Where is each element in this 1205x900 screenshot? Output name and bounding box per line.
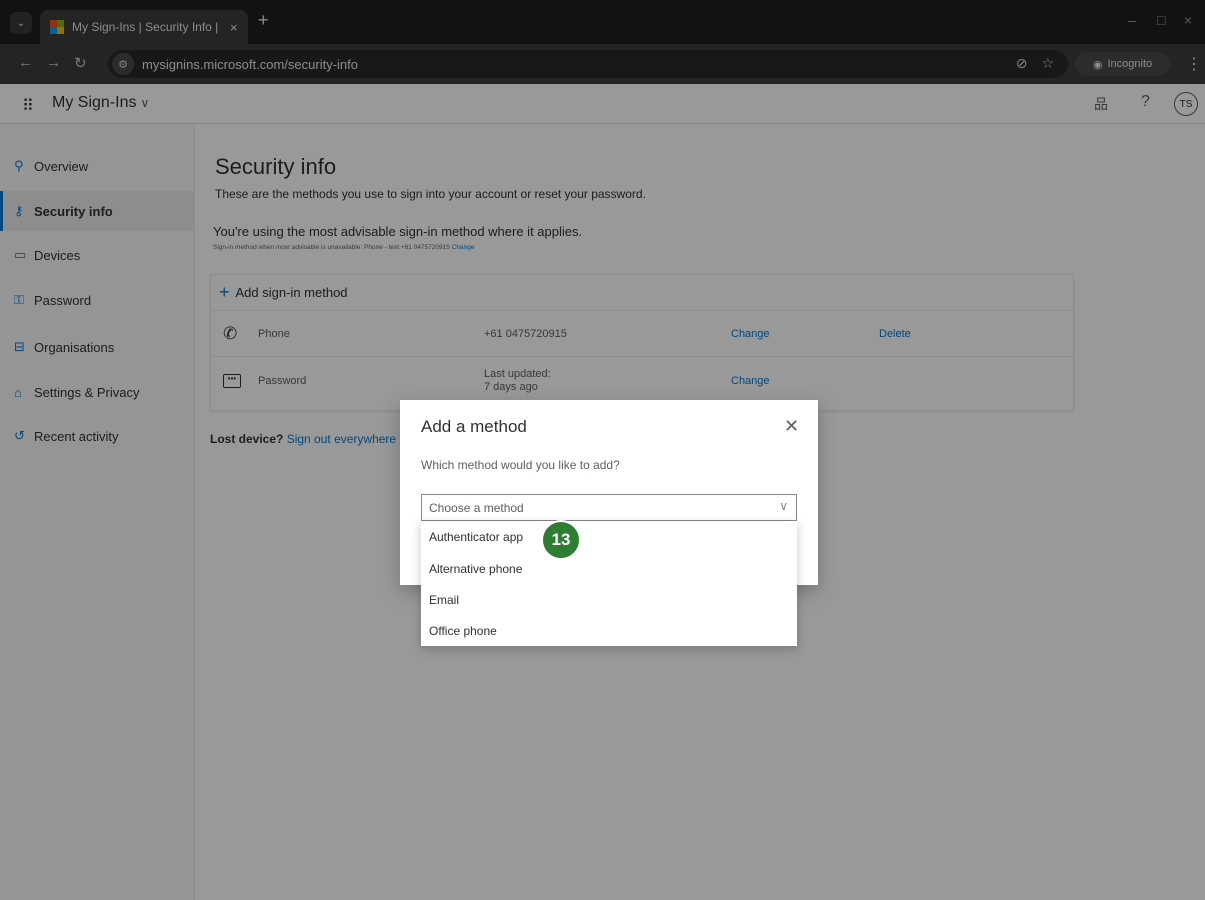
dialog-title: Add a method	[421, 417, 527, 436]
option-authenticator-app[interactable]: Authenticator app	[421, 521, 797, 552]
option-email[interactable]: Email	[421, 584, 797, 615]
option-alternative-phone[interactable]: Alternative phone	[421, 553, 797, 584]
dialog-question: Which method would you like to add?	[421, 458, 620, 472]
select-placeholder: Choose a method	[429, 500, 524, 515]
option-office-phone[interactable]: Office phone	[421, 615, 797, 646]
close-icon[interactable]: ✕	[784, 416, 799, 437]
chevron-down-icon: ∨	[779, 499, 788, 513]
method-dropdown-list: Authenticator app Alternative phone Emai…	[421, 521, 797, 646]
step-number-badge: 13	[541, 520, 581, 560]
method-select[interactable]: Choose a method ∨	[421, 494, 797, 521]
